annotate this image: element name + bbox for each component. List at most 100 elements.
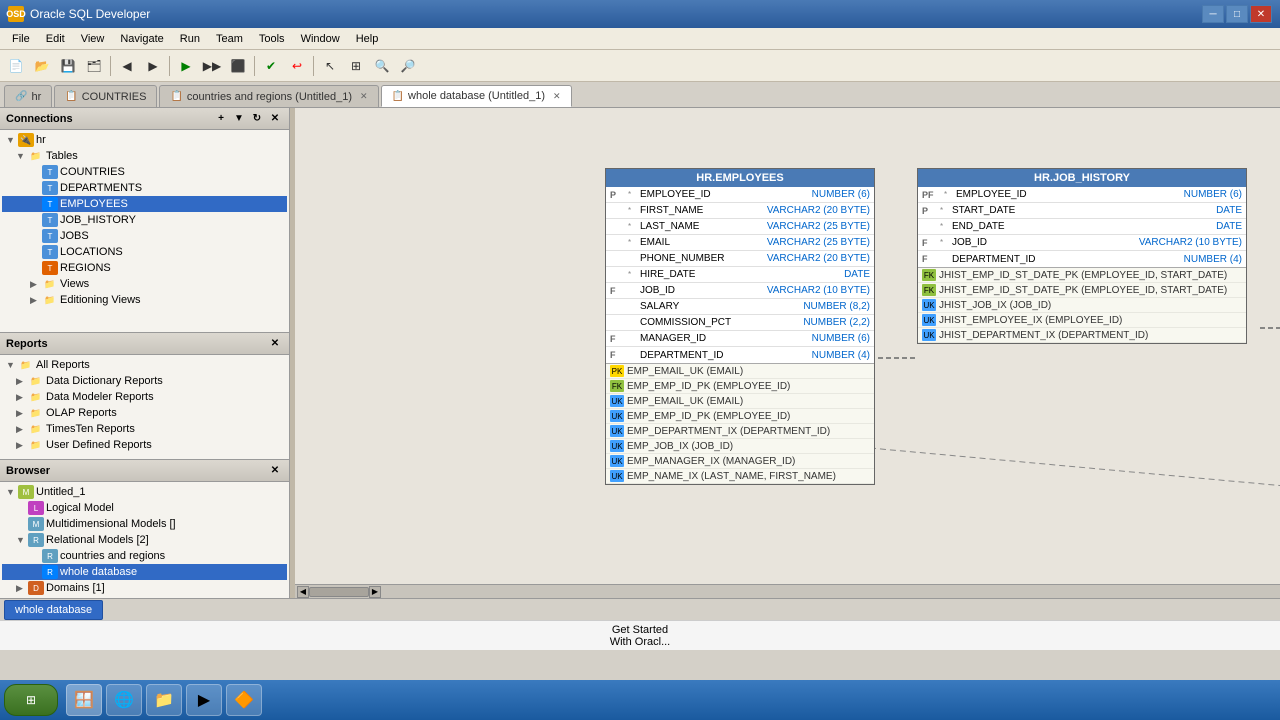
tab-countries[interactable]: 📋 COUNTRIES [54, 85, 157, 107]
row-name: FIRST_NAME [640, 205, 763, 216]
scroll-right-arrow[interactable]: ▶ [369, 586, 381, 598]
browser-untitled1[interactable]: ▼ M Untitled_1 [2, 484, 287, 500]
run-button[interactable]: ▶ [174, 54, 198, 78]
tab-whole-database[interactable]: 📋 whole database (Untitled_1) ✕ [381, 85, 572, 107]
report-data-dict[interactable]: ▶ 📁 Data Dictionary Reports [2, 373, 287, 389]
stop-button[interactable]: ⬛ [226, 54, 250, 78]
tree-jobs[interactable]: T JOBS [2, 228, 287, 244]
scroll-thumb[interactable] [309, 587, 369, 597]
relational-label: Relational Models [2] [46, 534, 149, 546]
connections-close-icon[interactable]: ✕ [267, 111, 283, 127]
connections-refresh-icon[interactable]: ↻ [249, 111, 265, 127]
scroll-left-arrow[interactable]: ◀ [297, 586, 309, 598]
back-button[interactable]: ◀ [115, 54, 139, 78]
browser-multidim[interactable]: M Multidimensional Models [] [2, 516, 287, 532]
table-hr-employees[interactable]: HR.EMPLOYEES P * EMPLOYEE_ID NUMBER (6) … [605, 168, 875, 485]
menu-tools[interactable]: Tools [251, 31, 293, 47]
taskbar-app-chrome[interactable]: 🌐 [106, 684, 142, 716]
forward-button[interactable]: ▶ [141, 54, 165, 78]
report-all[interactable]: ▼ 📁 All Reports [2, 357, 287, 373]
report-olap[interactable]: ▶ 📁 OLAP Reports [2, 405, 287, 421]
new-button[interactable]: 📄 [4, 54, 28, 78]
tab-cr-close[interactable]: ✕ [360, 91, 368, 102]
browser-countries-regions[interactable]: R countries and regions [2, 548, 287, 564]
row-name: EMPLOYEE_ID [956, 189, 1180, 200]
row-key: F [922, 254, 940, 264]
browser-close-icon[interactable]: ✕ [267, 463, 283, 479]
browser-domains[interactable]: ▶ D Domains [1] [2, 580, 287, 596]
connections-filter-icon[interactable]: ▼ [231, 111, 247, 127]
emp-idx-2: UK EMP_EMAIL_UK (EMAIL) [606, 394, 874, 409]
tree-views[interactable]: ▶ 📁 Views [2, 276, 287, 292]
diagram-area[interactable]: HR.EMPLOYEES P * EMPLOYEE_ID NUMBER (6) … [295, 108, 1280, 598]
start-button[interactable]: ⊞ [4, 684, 58, 716]
zoom-in-button[interactable]: 🔍 [370, 54, 394, 78]
save-button[interactable]: 💾 [56, 54, 80, 78]
bottom-tab-whole-database[interactable]: whole database [4, 600, 103, 620]
tt-icon: 📁 [28, 422, 44, 436]
menu-navigate[interactable]: Navigate [112, 31, 171, 47]
zoom-out-button[interactable]: 🔎 [396, 54, 420, 78]
tree-regions[interactable]: T REGIONS [2, 260, 287, 276]
menu-bar: File Edit View Navigate Run Team Tools W… [0, 28, 1280, 50]
tab-countries-regions[interactable]: 📋 countries and regions (Untitled_1) ✕ [159, 85, 378, 107]
taskbar-app-explorer[interactable]: 📁 [146, 684, 182, 716]
browser-relational[interactable]: ▼ R Relational Models [2] [2, 532, 287, 548]
menu-help[interactable]: Help [348, 31, 387, 47]
tables-toggle: ▼ [16, 151, 28, 161]
menu-window[interactable]: Window [293, 31, 348, 47]
tab-hr[interactable]: 🔗 hr [4, 85, 52, 107]
menu-team[interactable]: Team [208, 31, 251, 47]
rollback-button[interactable]: ↩ [285, 54, 309, 78]
menu-view[interactable]: View [73, 31, 113, 47]
tree-departments[interactable]: T DEPARTMENTS [2, 180, 287, 196]
tree-countries[interactable]: T COUNTRIES [2, 164, 287, 180]
horizontal-scrollbar[interactable]: ◀ ▶ [295, 584, 1280, 598]
menu-edit[interactable]: Edit [38, 31, 73, 47]
taskbar-app-oracle[interactable]: 🔶 [226, 684, 262, 716]
tree-employees[interactable]: T EMPLOYEES [2, 196, 287, 212]
taskbar-app-media[interactable]: ▶ [186, 684, 222, 716]
reports-close-icon[interactable]: ✕ [267, 336, 283, 352]
row-type: DATE [1216, 205, 1242, 216]
row-constraint: * [940, 222, 952, 231]
connections-add-icon[interactable]: + [213, 111, 229, 127]
jh-row-4: F DEPARTMENT_ID NUMBER (4) [918, 251, 1246, 267]
menu-run[interactable]: Run [172, 31, 208, 47]
multidim-label: Multidimensional Models [] [46, 518, 176, 530]
maximize-button[interactable]: □ [1226, 5, 1248, 23]
browser-title: Browser [6, 465, 50, 477]
tree-locations[interactable]: T LOCATIONS [2, 244, 287, 260]
tree-job-history[interactable]: T JOB_HISTORY [2, 212, 287, 228]
close-button[interactable]: ✕ [1250, 5, 1272, 23]
tree-editioning-views[interactable]: ▶ 📁 Editioning Views [2, 292, 287, 308]
idx-name: JHIST_JOB_IX (JOB_ID) [939, 300, 1051, 311]
report-data-modeler[interactable]: ▶ 📁 Data Modeler Reports [2, 389, 287, 405]
run-script-button[interactable]: ▶▶ [200, 54, 224, 78]
employees-row-7: SALARY NUMBER (8,2) [606, 299, 874, 315]
open-button[interactable]: 📂 [30, 54, 54, 78]
jobs-label: JOBS [60, 230, 89, 242]
employees-indexes: PK EMP_EMAIL_UK (EMAIL) FK EMP_EMP_ID_PK… [606, 363, 874, 484]
row-name: SALARY [640, 301, 799, 312]
grid-button[interactable]: ⊞ [344, 54, 368, 78]
browser-logical[interactable]: L Logical Model [2, 500, 287, 516]
report-timesten[interactable]: ▶ 📁 TimesTen Reports [2, 421, 287, 437]
tab-wd-close[interactable]: ✕ [553, 91, 561, 102]
menu-file[interactable]: File [4, 31, 38, 47]
cursor-button[interactable]: ↖ [318, 54, 342, 78]
commit-button[interactable]: ✔ [259, 54, 283, 78]
row-type: VARCHAR2 (25 BYTE) [767, 221, 870, 232]
tree-item-tables[interactable]: ▼ 📁 Tables [2, 148, 287, 164]
title-bar-controls[interactable]: ─ □ ✕ [1202, 5, 1272, 23]
taskbar-app-windows[interactable]: 🪟 [66, 684, 102, 716]
save-all-button[interactable]: 🗂 [82, 54, 106, 78]
table-hr-job-history[interactable]: HR.JOB_HISTORY PF * EMPLOYEE_ID NUMBER (… [917, 168, 1247, 344]
connections-root[interactable]: ▼ 🔌 hr [2, 132, 287, 148]
report-user-defined[interactable]: ▶ 📁 User Defined Reports [2, 437, 287, 453]
row-type: NUMBER (4) [1184, 254, 1242, 265]
ud-label: User Defined Reports [46, 439, 152, 451]
minimize-button[interactable]: ─ [1202, 5, 1224, 23]
browser-whole-database[interactable]: R whole database [2, 564, 287, 580]
regions-icon: T [42, 261, 58, 275]
